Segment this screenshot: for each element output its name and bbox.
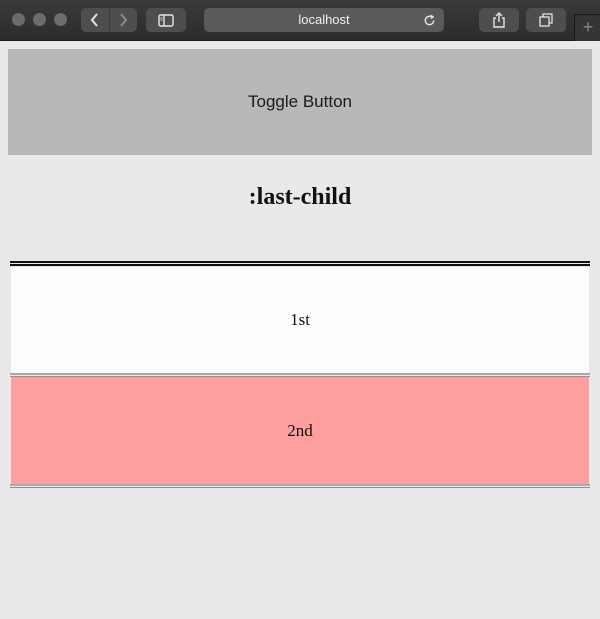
address-bar-text: localhost <box>298 12 350 27</box>
toggle-button[interactable]: Toggle Button <box>8 49 592 155</box>
list-bottom-border-outer <box>10 484 590 486</box>
tabs-overview-button[interactable] <box>526 8 566 32</box>
list-top-border-outer <box>10 261 590 263</box>
share-button[interactable] <box>479 8 519 32</box>
chevron-left-icon <box>90 13 98 27</box>
share-icon <box>493 12 505 28</box>
minimize-window-button[interactable] <box>33 13 46 26</box>
tabs-icon <box>539 13 553 27</box>
forward-button[interactable] <box>109 8 137 32</box>
zoom-window-button[interactable] <box>54 13 67 26</box>
item-divider-outer <box>10 373 590 375</box>
browser-toolbar: localhost + <box>0 0 600 41</box>
plus-icon: + <box>582 17 594 37</box>
address-bar[interactable]: localhost <box>204 8 444 32</box>
chevron-right-icon <box>120 13 128 27</box>
new-tab-button[interactable]: + <box>574 14 600 41</box>
list-item-last: 2nd <box>11 377 589 484</box>
list-top-border-inner <box>10 264 590 266</box>
reload-button[interactable] <box>423 8 436 32</box>
toggle-button-label: Toggle Button <box>248 92 352 111</box>
list-item-label: 2nd <box>287 420 313 440</box>
list-item-label: 1st <box>290 310 310 329</box>
back-button[interactable] <box>81 8 109 32</box>
page-heading: :last-child <box>248 184 352 210</box>
close-window-button[interactable] <box>12 13 25 26</box>
list-bottom-border-inner <box>10 487 590 488</box>
history-nav <box>81 8 137 32</box>
reload-icon <box>424 14 435 25</box>
sidebar-toggle-button[interactable] <box>146 8 186 32</box>
sidebar-icon <box>158 13 174 27</box>
list-item-first: 1st <box>11 267 589 373</box>
